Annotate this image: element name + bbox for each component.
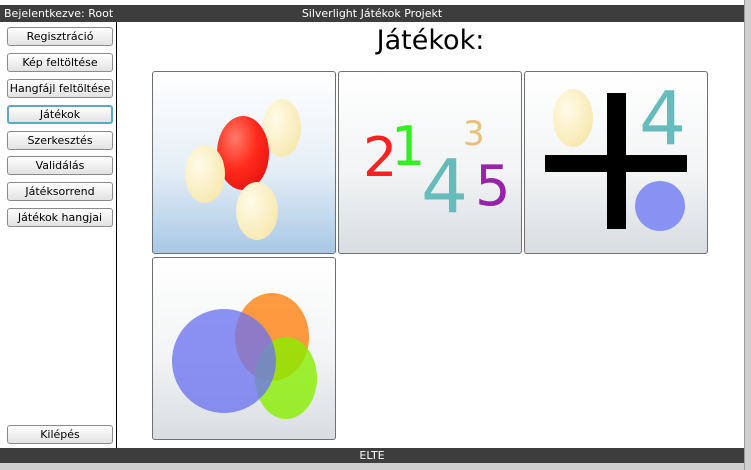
game-tile-plus[interactable]: 4 [524,71,708,254]
game-tile-eggs[interactable] [152,71,336,254]
egg-shape [553,89,593,147]
nav-button-sound-upload[interactable]: Hangfájl feltöltése [7,79,113,98]
window-bottom-edge [0,463,744,470]
number-label: 4 [421,144,468,230]
page-title: Játékok: [376,25,485,56]
nav-button-games[interactable]: Játékok [7,105,113,124]
digit-label: 4 [639,76,686,162]
game-tile-numbers[interactable]: 2 1 3 4 5 [338,71,522,254]
sidebar: Regisztráció Kép feltöltése Hangfájl fel… [4,22,117,448]
nav-button-image-upload[interactable]: Kép feltöltése [7,53,113,72]
game-tile-color-mixing[interactable] [152,257,336,440]
nav-button-validation[interactable]: Validálás [7,156,113,175]
nav-button-edit[interactable]: Szerkesztés [7,131,113,150]
numbers-illustration: 2 1 3 4 5 [363,114,511,230]
egg-shape [185,145,225,203]
logout-button[interactable]: Kilépés [7,425,113,444]
egg-shape [236,182,278,240]
number-label: 5 [475,154,511,219]
egg-shape [217,116,269,190]
blue-circle [172,309,276,413]
nav-button-registration[interactable]: Regisztráció [7,27,113,46]
plus-illustration: 4 [545,76,687,231]
title-bar: Bejelentkezve: Root Silverlight Játékok … [0,5,744,22]
color-mixing-illustration [172,293,317,419]
nav-button-game-order[interactable]: Játéksorrend [7,182,113,201]
nav-button-game-sounds[interactable]: Játékok hangjai [7,208,113,227]
circle-shape [635,181,685,231]
eggs-illustration [185,99,301,240]
window-scrollbar-edge [744,0,751,470]
footer-bar: ELTE [0,448,744,463]
app-title: Silverlight Játékok Projekt [301,7,443,20]
